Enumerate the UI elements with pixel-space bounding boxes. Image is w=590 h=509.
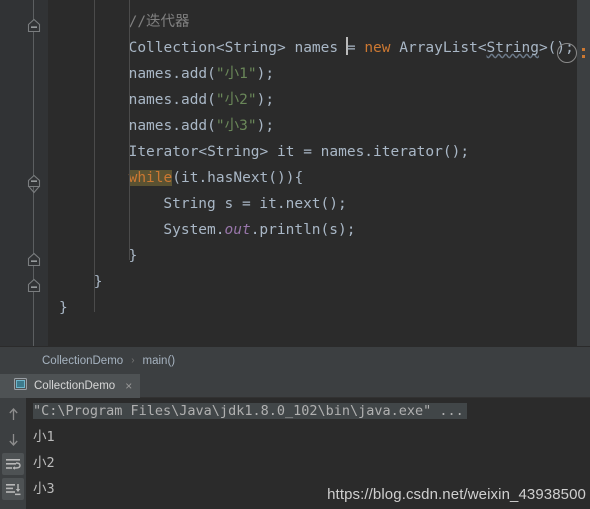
run-tab-label: CollectionDemo (34, 379, 116, 392)
code-fold-collapse-block-icon[interactable] (26, 278, 42, 293)
close-icon[interactable]: × (125, 379, 132, 393)
console-line[interactable]: 小3 (33, 476, 55, 502)
breadcrumb[interactable]: CollectionDemo › main() (0, 346, 590, 374)
code-token: ); (256, 118, 275, 134)
code-token: ); (256, 92, 275, 108)
code-token: names.add( (128, 118, 216, 134)
code-token: ArrayList< (390, 40, 487, 56)
code-token: String s = it.next(); (163, 196, 347, 212)
code-line[interactable]: } (48, 295, 590, 321)
chevron-right-icon: › (131, 355, 135, 366)
run-tab-bar: CollectionDemo × (0, 373, 590, 398)
breadcrumb-item-method[interactable]: main() (143, 355, 176, 367)
console-output-line: 小3 (33, 481, 55, 497)
run-tab-collectiondemo[interactable]: CollectionDemo × (0, 373, 141, 398)
indent-guide (93, 0, 95, 312)
code-token: Collection<String> names (128, 40, 347, 56)
code-token: } (93, 274, 103, 290)
code-token: "小2" (215, 92, 257, 108)
code-token: String (486, 40, 539, 56)
warning-marker-icon[interactable] (582, 55, 585, 58)
code-token: } (59, 300, 68, 316)
code-fold-collapse-block-icon[interactable] (26, 252, 42, 267)
marker-gutter[interactable] (577, 0, 590, 346)
code-token: } (128, 248, 138, 264)
console-line[interactable]: "C:\Program Files\Java\jdk1.8.0_102\bin\… (33, 398, 467, 424)
code-line[interactable]: } (48, 269, 590, 295)
code-token: System. (163, 222, 225, 238)
console-output-line: 小2 (33, 455, 55, 471)
code-token: = (346, 40, 365, 56)
run-toolbar (0, 398, 26, 509)
code-token: ); (256, 66, 275, 82)
code-token: //迭代器 (128, 14, 190, 30)
fold-region-line (33, 0, 34, 346)
soft-wrap-icon[interactable] (2, 453, 24, 475)
next-occurrence-icon[interactable] (2, 428, 24, 450)
caret-position-ring (557, 43, 577, 63)
indent-guide (128, 0, 130, 260)
watermark-url: https://blog.csdn.net/weixin_43938500 (327, 486, 586, 503)
code-token: out (224, 222, 251, 238)
breadcrumb-item-class[interactable]: CollectionDemo (42, 355, 123, 367)
prev-occurrence-icon[interactable] (2, 403, 24, 425)
code-fold-collapse-block-icon[interactable] (26, 18, 42, 33)
code-token: (it.hasNext()){ (172, 170, 304, 186)
code-token: Iterator<String> it = names.iterator(); (128, 144, 470, 160)
code-token: while (128, 170, 173, 186)
code-fold-collapse-arrow-icon[interactable] (26, 174, 42, 194)
code-token: .println(s); (250, 222, 356, 238)
code-token: "小3" (215, 118, 257, 134)
run-tool-window: CollectionDemo × "C:\Program Files\Java\… (0, 373, 590, 509)
console-command-line: "C:\Program Files\Java\jdk1.8.0_102\bin\… (33, 403, 467, 419)
code-token: names.add( (128, 66, 216, 82)
code-token: new (364, 40, 391, 56)
code-token: names.add( (128, 92, 216, 108)
code-token: "小1" (215, 66, 257, 82)
console-line[interactable]: 小1 (33, 424, 55, 450)
scroll-to-end-icon[interactable] (2, 478, 24, 500)
console-output-line: 小1 (33, 429, 55, 445)
editor-gutter[interactable] (0, 0, 48, 346)
ide-window: //迭代器 Collection<String> names = new Arra… (0, 0, 590, 509)
run-console-icon (14, 378, 27, 393)
code-editor[interactable]: //迭代器 Collection<String> names = new Arra… (0, 0, 590, 346)
warning-marker-icon[interactable] (582, 48, 585, 51)
console-line[interactable]: 小2 (33, 450, 55, 476)
